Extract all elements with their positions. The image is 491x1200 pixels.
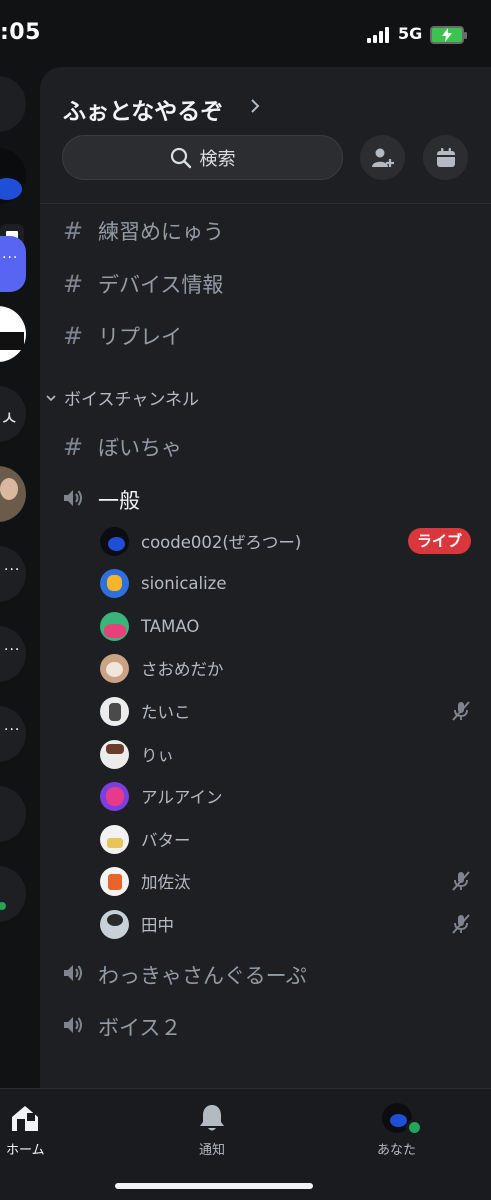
category-header[interactable]: ボイスチャンネル	[46, 385, 199, 410]
invite-members-button[interactable]	[360, 135, 405, 180]
category-name: ボイスチャンネル	[64, 390, 199, 410]
speaker-icon	[62, 486, 84, 514]
direct-messages-button[interactable]	[0, 76, 26, 132]
voice-channel-item[interactable]: 一般	[62, 480, 140, 520]
signal-icon	[367, 27, 391, 43]
channel-name: わっきゃさんぐるーぷ	[98, 964, 307, 988]
hash-icon: #	[62, 322, 84, 350]
chevron-right-icon[interactable]	[250, 97, 260, 118]
tab-notifications[interactable]: 通知	[198, 1103, 226, 1158]
tab-notifications-label: 通知	[198, 1143, 225, 1158]
channel-name: 一般	[98, 489, 140, 513]
voice-member[interactable]: バター	[100, 821, 480, 857]
member-name: 田中	[141, 916, 174, 935]
divider	[40, 203, 491, 204]
tab-home[interactable]: ホーム	[6, 1103, 45, 1158]
voice-member[interactable]: 加佐汰	[100, 863, 480, 899]
server-icon[interactable]: ···	[0, 546, 26, 602]
speaker-icon	[62, 961, 84, 989]
mute-icon	[452, 871, 470, 895]
member-name: りぃ	[141, 746, 174, 765]
search-button[interactable]: 検索	[62, 135, 343, 180]
member-name: coode002(ぜろつー)	[141, 533, 302, 552]
avatar	[100, 909, 129, 939]
channel-item[interactable]: # デバイス情報	[62, 264, 223, 304]
member-name: 加佐汰	[141, 873, 191, 892]
home-indicator	[115, 1183, 313, 1189]
server-icon[interactable]: ···	[0, 626, 26, 682]
events-button[interactable]	[423, 135, 468, 180]
voice-member[interactable]: さおめだか	[100, 650, 480, 686]
avatar	[100, 739, 129, 769]
tab-you[interactable]: あなた	[377, 1103, 423, 1158]
calendar-icon	[436, 147, 455, 167]
avatar	[100, 653, 129, 683]
server-icon[interactable]	[0, 866, 26, 922]
mute-icon	[452, 701, 470, 725]
mute-icon	[452, 914, 470, 938]
member-name: バター	[141, 831, 191, 850]
status-time: :05	[0, 20, 41, 45]
home-icon	[12, 1106, 39, 1131]
channel-item[interactable]: # リプレイ	[62, 316, 182, 356]
channel-name: リプレイ	[98, 325, 182, 349]
avatar	[100, 696, 129, 726]
server-icon[interactable]	[0, 306, 26, 362]
voice-member[interactable]: アルアイン	[100, 778, 480, 814]
server-icon[interactable]	[0, 466, 26, 522]
server-icon[interactable]	[0, 148, 26, 204]
voice-member[interactable]: りぃ	[100, 736, 480, 772]
server-name[interactable]: ふぉとなやるぞ	[63, 92, 223, 126]
voice-member[interactable]: TAMAO	[100, 608, 480, 644]
channel-name: デバイス情報	[98, 273, 224, 297]
channel-item[interactable]: # ぼいちゃ	[62, 427, 182, 467]
avatar	[100, 611, 129, 641]
bell-icon	[200, 1105, 224, 1131]
hash-icon: #	[62, 270, 84, 298]
voice-member[interactable]: coode002(ぜろつー) ライブ	[100, 523, 480, 559]
live-badge: ライブ	[407, 528, 471, 554]
voice-member[interactable]: 田中	[100, 906, 480, 942]
server-icon[interactable]: ···	[0, 706, 26, 762]
chevron-down-icon	[46, 391, 56, 405]
member-name: さおめだか	[141, 660, 224, 679]
search-label: 検索	[199, 148, 236, 170]
server-icon[interactable]: ㅅ	[0, 386, 26, 442]
avatar	[100, 781, 129, 811]
avatar	[100, 824, 129, 854]
channel-name: 練習めにゅう	[98, 220, 224, 244]
voice-channel-item[interactable]: わっきゃさんぐるーぷ	[62, 955, 307, 995]
server-rail: ··· ㅅ ··· ··· ···	[0, 64, 40, 1088]
member-name: sionicalize	[141, 573, 227, 593]
speaker-icon	[62, 1013, 84, 1041]
status-bar: :05 5G	[0, 0, 491, 64]
member-name: たいこ	[141, 703, 191, 722]
network-type: 5G	[398, 24, 423, 43]
avatar	[381, 1103, 423, 1136]
online-status-indicator	[405, 1119, 423, 1136]
avatar	[100, 526, 129, 556]
avatar	[100, 866, 129, 896]
hash-icon: #	[62, 433, 84, 461]
voice-member[interactable]: たいこ	[100, 693, 480, 729]
avatar	[100, 568, 129, 598]
voice-channel-item[interactable]: ボイス２	[62, 1007, 181, 1047]
add-user-icon	[371, 148, 394, 167]
tab-you-label: あなた	[377, 1143, 417, 1158]
channel-name: ボイス２	[98, 1016, 182, 1040]
tab-home-label: ホーム	[6, 1143, 45, 1158]
channel-name: ぼいちゃ	[98, 436, 182, 460]
search-icon	[170, 147, 191, 168]
channel-item[interactable]: # 練習めにゅう	[62, 211, 224, 251]
member-name: アルアイン	[141, 788, 223, 807]
hash-icon: #	[62, 217, 84, 245]
battery-charging-icon	[430, 26, 467, 44]
channel-panel: ふぉとなやるぞ 検索 # 練習めにゅう # デバイス情報 # リプレイ ボイスチ…	[40, 67, 491, 1088]
server-icon-selected[interactable]: ···	[0, 236, 26, 292]
voice-member[interactable]: sionicalize	[100, 565, 480, 601]
member-name: TAMAO	[141, 616, 200, 636]
server-icon[interactable]	[0, 786, 26, 842]
